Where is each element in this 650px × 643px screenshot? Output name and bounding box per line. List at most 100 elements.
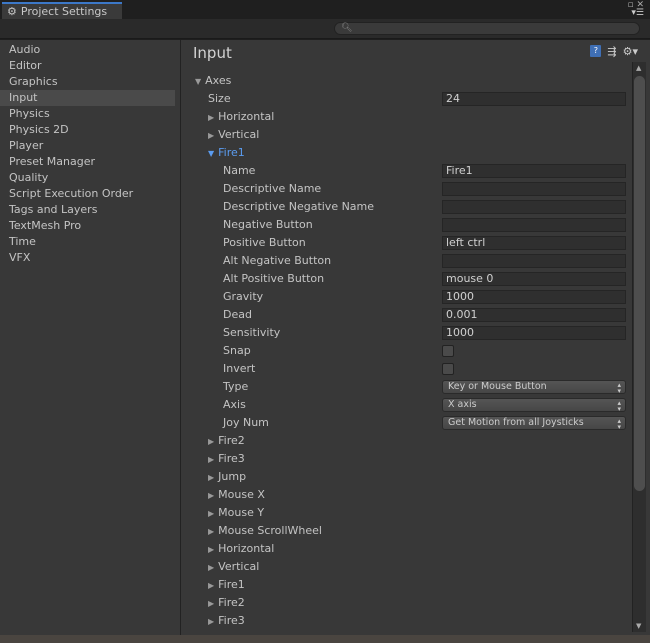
property-label: Dead [223, 306, 252, 324]
triangle-right-icon[interactable]: ▶ [208, 473, 214, 482]
foldout[interactable]: ▶ Vertical [208, 558, 259, 577]
property-label: Descriptive Name [223, 180, 321, 198]
foldout[interactable]: ▶ Mouse X [208, 486, 265, 505]
foldout[interactable]: ▼ Fire1 [208, 144, 245, 163]
preset-icon[interactable]: ⇶ [607, 45, 616, 58]
snap-checkbox[interactable] [442, 345, 454, 357]
property-row[interactable]: ▶ Vertical [181, 126, 631, 144]
triangle-right-icon[interactable]: ▶ [208, 113, 214, 122]
help-icon[interactable]: ? [590, 45, 602, 57]
foldout[interactable]: ▶ Fire1 [208, 576, 245, 595]
search-input[interactable]: 🔍︎ [334, 22, 640, 35]
negative-button-field[interactable] [442, 218, 626, 232]
sidebar-item-physics-2d[interactable]: Physics 2D [0, 122, 175, 138]
foldout[interactable]: ▶ Mouse Y [208, 504, 264, 523]
vertical-scrollbar[interactable]: ▲ ▼ [632, 62, 646, 632]
label-text: Positive Button [223, 236, 306, 249]
scrollbar-thumb[interactable] [634, 76, 645, 491]
scroll-down-arrow-icon[interactable]: ▼ [636, 622, 641, 630]
property-row[interactable]: ▶ Vertical [181, 558, 631, 576]
property-row[interactable]: ▶ Mouse Y [181, 504, 631, 522]
foldout[interactable]: ▶ Jump [208, 468, 246, 487]
scroll-up-arrow-icon[interactable]: ▲ [636, 64, 641, 72]
sidebar-item-player[interactable]: Player [0, 138, 175, 154]
property-row[interactable]: ▶ Horizontal [181, 108, 631, 126]
sidebar-item-graphics[interactable]: Graphics [0, 74, 175, 90]
foldout[interactable]: ▶ Mouse ScrollWheel [208, 522, 322, 541]
label-text: Alt Negative Button [223, 254, 332, 267]
title-bar: ⚙ Project Settings ▫ ✕ ▾☰ [0, 0, 650, 19]
gravity-field[interactable]: 1000 [442, 290, 626, 304]
property-row[interactable]: ▼ Fire1 [181, 144, 631, 162]
sidebar-item-textmesh-pro[interactable]: TextMesh Pro [0, 218, 175, 234]
property-row: Type Key or Mouse Button ▴ ▾ [181, 378, 631, 396]
property-row[interactable]: ▶ Fire3 [181, 450, 631, 468]
menu-icon[interactable]: ▾☰ [631, 8, 644, 18]
sidebar-item-editor[interactable]: Editor [0, 58, 175, 74]
sidebar-item-time[interactable]: Time [0, 234, 175, 250]
triangle-down-icon[interactable]: ▼ [195, 77, 201, 86]
invert-checkbox[interactable] [442, 363, 454, 375]
property-label: Gravity [223, 288, 263, 306]
triangle-right-icon[interactable]: ▶ [208, 563, 214, 572]
label-text: Fire2 [218, 596, 245, 609]
triangle-right-icon[interactable]: ▶ [208, 599, 214, 608]
sidebar-item-physics[interactable]: Physics [0, 106, 175, 122]
property-row[interactable]: ▶ Horizontal [181, 540, 631, 558]
property-label: Snap [223, 342, 251, 360]
triangle-right-icon[interactable]: ▶ [208, 437, 214, 446]
property-row[interactable]: ▶ Mouse ScrollWheel [181, 522, 631, 540]
triangle-right-icon[interactable]: ▶ [208, 527, 214, 536]
name-field[interactable]: Fire1 [442, 164, 626, 178]
sidebar-item-script-execution-order[interactable]: Script Execution Order [0, 186, 175, 202]
joy-num-dropdown[interactable]: Get Motion from all Joysticks ▴ ▾ [442, 416, 626, 431]
sidebar-item-tags-and-layers[interactable]: Tags and Layers [0, 202, 175, 218]
triangle-down-icon[interactable]: ▼ [208, 149, 214, 158]
foldout[interactable]: ▶ Fire3 [208, 450, 245, 469]
foldout[interactable]: ▶ Vertical [208, 126, 259, 145]
triangle-right-icon[interactable]: ▶ [208, 581, 214, 590]
axis-dropdown[interactable]: X axis ▴ ▾ [442, 398, 626, 413]
settings-gear-icon[interactable]: ⚙▾ [623, 45, 638, 58]
triangle-right-icon[interactable]: ▶ [208, 491, 214, 500]
triangle-right-icon[interactable]: ▶ [208, 509, 214, 518]
foldout[interactable]: ▶ Horizontal [208, 108, 274, 127]
alt-positive-button-field[interactable]: mouse 0 [442, 272, 626, 286]
label-text: Fire3 [218, 614, 245, 627]
foldout[interactable]: ▶ Fire2 [208, 432, 245, 451]
foldout[interactable]: ▼ Axes [195, 72, 231, 91]
property-row[interactable]: ▶ Fire1 [181, 576, 631, 594]
triangle-right-icon[interactable]: ▶ [208, 545, 214, 554]
size-field[interactable]: 24 [442, 92, 626, 106]
property-row[interactable]: ▶ Jump [181, 468, 631, 486]
tab-project-settings[interactable]: ⚙ Project Settings [2, 2, 122, 19]
property-row[interactable]: ▶ Fire2 [181, 432, 631, 450]
property-row[interactable]: ▶ Mouse X [181, 486, 631, 504]
sidebar-item-quality[interactable]: Quality [0, 170, 175, 186]
alt-negative-button-field[interactable] [442, 254, 626, 268]
positive-button-field[interactable]: left ctrl [442, 236, 626, 250]
property-row[interactable]: ▶ Fire3 [181, 612, 631, 630]
triangle-right-icon[interactable]: ▶ [208, 617, 214, 626]
foldout[interactable]: ▶ Fire2 [208, 594, 245, 613]
label-text: Descriptive Negative Name [223, 200, 375, 213]
sidebar-item-preset-manager[interactable]: Preset Manager [0, 154, 175, 170]
sidebar-item-audio[interactable]: Audio [0, 42, 175, 58]
triangle-right-icon[interactable]: ▶ [208, 455, 214, 464]
dead-field[interactable]: 0.001 [442, 308, 626, 322]
property-row[interactable]: ▼ Axes [181, 72, 631, 90]
property-row: Descriptive Name [181, 180, 631, 198]
property-row[interactable]: ▶ Fire2 [181, 594, 631, 612]
sensitivity-field[interactable]: 1000 [442, 326, 626, 340]
property-label: Type [223, 378, 248, 396]
descriptive-name-field[interactable] [442, 182, 626, 196]
descriptive-negative-name-field[interactable] [442, 200, 626, 214]
triangle-right-icon[interactable]: ▶ [208, 131, 214, 140]
sidebar-item-input[interactable]: Input [0, 90, 175, 106]
property-row: Name Fire1 [181, 162, 631, 180]
foldout[interactable]: ▶ Fire3 [208, 612, 245, 631]
type-dropdown[interactable]: Key or Mouse Button ▴ ▾ [442, 380, 626, 395]
foldout[interactable]: ▶ Horizontal [208, 540, 274, 559]
sidebar-item-vfx[interactable]: VFX [0, 250, 175, 266]
sidebar: Audio Editor Graphics Input Physics Physics 2… [0, 40, 181, 643]
